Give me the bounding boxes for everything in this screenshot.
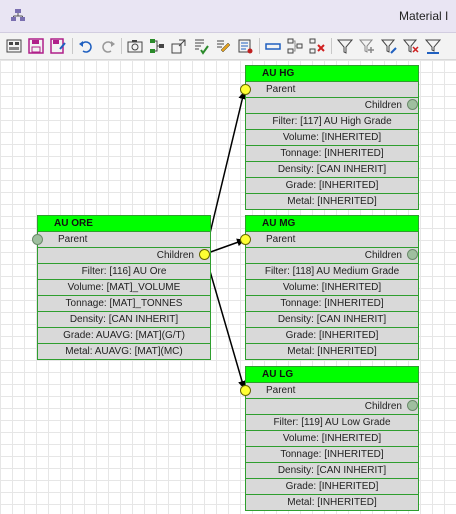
properties-icon[interactable] <box>235 36 255 56</box>
metal-property: Metal: AUAVG: [MAT](MC) <box>65 346 183 357</box>
window-title: Material I <box>399 9 449 23</box>
node-au-hg[interactable]: AU HG Parent Children Filter: [117] AU H… <box>245 65 419 210</box>
app-icon <box>11 9 25 21</box>
filter-property: Filter: [116] AU Ore <box>38 264 210 280</box>
node-title: AU LG <box>246 367 418 383</box>
grade-property: Grade: AUAVG: [MAT](G/T) <box>38 328 210 344</box>
children-port-label: Children <box>246 399 418 415</box>
density-property: Density: [CAN INHERIT] <box>246 312 418 328</box>
density-property: Density: [CAN INHERIT] <box>246 463 418 479</box>
grade-property: Grade: [INHERITED] <box>246 479 418 495</box>
children-port[interactable] <box>407 400 418 411</box>
auto-layout-icon[interactable] <box>147 36 167 56</box>
delete-node-icon[interactable] <box>307 36 327 56</box>
node-title: AU ORE <box>38 216 210 232</box>
node-au-lg[interactable]: AU LG Parent Children Filter: [119] AU L… <box>245 366 419 511</box>
connect-icon[interactable] <box>285 36 305 56</box>
density-property: Density: [CAN INHERIT] <box>246 162 418 178</box>
volume-property: Volume: [INHERITED] <box>246 280 418 296</box>
save-icon[interactable] <box>26 36 46 56</box>
filter-property: Filter: [117] AU High Grade <box>246 114 418 130</box>
parent-port-label: Parent <box>246 232 418 248</box>
volume-property: Volume: [INHERITED] <box>246 130 418 146</box>
tonnage-property: Tonnage: [INHERITED] <box>246 146 418 162</box>
filter-property: Filter: [118] AU Medium Grade <box>246 264 418 280</box>
grade-property: Grade: [INHERITED] <box>246 178 418 194</box>
children-port-label: Children <box>246 248 418 264</box>
volume-property: Volume: [MAT]_VOLUME <box>38 280 210 296</box>
metal-property: Metal: [INHERITED] <box>287 346 377 357</box>
node-au-mg[interactable]: AU MG Parent Children Filter: [118] AU M… <box>245 215 419 360</box>
tonnage-property: Tonnage: [MAT]_TONNES <box>38 296 210 312</box>
parent-port-label: Parent <box>38 232 210 248</box>
children-port-label: Children <box>38 248 210 264</box>
parent-port-label: Parent <box>246 383 418 399</box>
metal-property: Metal: [INHERITED] <box>287 196 377 207</box>
collapse-icon[interactable] <box>263 36 283 56</box>
screenshot-icon[interactable] <box>125 36 145 56</box>
filter-add-icon[interactable] <box>357 36 377 56</box>
density-property: Density: [CAN INHERIT] <box>38 312 210 328</box>
resize-icon[interactable] <box>169 36 189 56</box>
toolbar <box>0 33 456 60</box>
parent-port-label: Parent <box>246 82 418 98</box>
filter-icon[interactable] <box>335 36 355 56</box>
filter-clear-icon[interactable] <box>423 36 443 56</box>
grade-property: Grade: [INHERITED] <box>246 328 418 344</box>
node-au-ore[interactable]: AU ORE Parent Children Filter: [116] AU … <box>37 215 211 360</box>
undo-icon[interactable] <box>76 36 96 56</box>
parent-port[interactable] <box>240 84 251 95</box>
filter-edit-icon[interactable] <box>379 36 399 56</box>
parent-port[interactable] <box>240 385 251 396</box>
children-port[interactable] <box>199 249 210 260</box>
children-port[interactable] <box>407 99 418 110</box>
validate-icon[interactable] <box>191 36 211 56</box>
filter-property: Filter: [119] AU Low Grade <box>246 415 418 431</box>
tonnage-property: Tonnage: [INHERITED] <box>246 296 418 312</box>
layout-icon[interactable] <box>4 36 24 56</box>
metal-property: Metal: [INHERITED] <box>287 497 377 508</box>
children-port-label: Children <box>246 98 418 114</box>
save-as-icon[interactable] <box>48 36 68 56</box>
title-bar: Material I <box>0 0 456 33</box>
redo-icon[interactable] <box>98 36 118 56</box>
filter-remove-icon[interactable] <box>401 36 421 56</box>
parent-port[interactable] <box>32 234 43 245</box>
parent-port[interactable] <box>240 234 251 245</box>
edit-icon[interactable] <box>213 36 233 56</box>
node-title: AU MG <box>246 216 418 232</box>
volume-property: Volume: [INHERITED] <box>246 431 418 447</box>
children-port[interactable] <box>407 249 418 260</box>
tonnage-property: Tonnage: [INHERITED] <box>246 447 418 463</box>
node-title: AU HG <box>246 66 418 82</box>
